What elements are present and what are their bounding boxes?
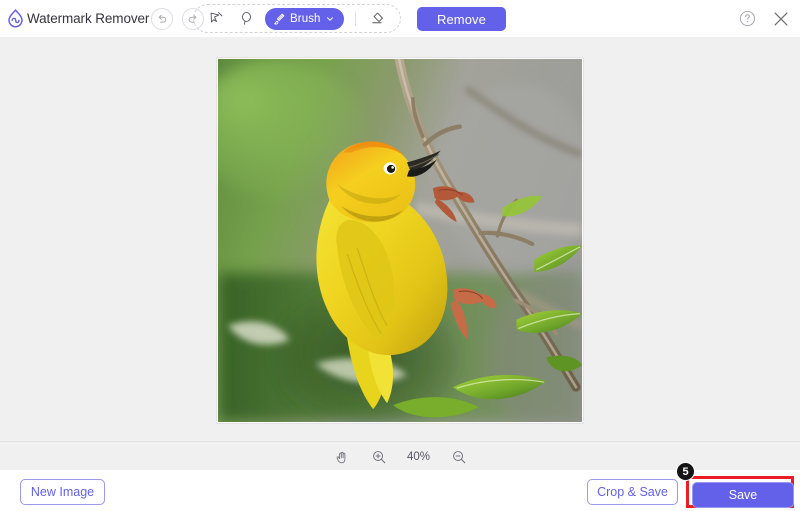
app-header: Watermark Remover: [0, 0, 800, 38]
header-right-controls: [736, 0, 792, 37]
watermark-remover-window: Watermark Remover: [0, 0, 800, 511]
question-circle-icon: [738, 9, 757, 28]
save-button[interactable]: Save: [692, 482, 794, 508]
brush-icon: [272, 12, 286, 26]
zoom-in-button[interactable]: [369, 447, 389, 467]
close-button[interactable]: [770, 8, 792, 30]
save-button-highlight: Save: [686, 476, 794, 508]
zoom-out-icon: [451, 449, 467, 465]
eraser-tool[interactable]: [364, 6, 392, 31]
polygon-select-tool[interactable]: [202, 6, 230, 31]
image-frame: [217, 58, 583, 423]
polygon-select-icon: [208, 10, 225, 27]
lasso-select-tool[interactable]: [232, 6, 260, 31]
hand-pan-icon: [334, 449, 350, 465]
brand: Watermark Remover: [0, 8, 145, 29]
eraser-icon: [369, 10, 386, 27]
hand-pan-button[interactable]: [332, 447, 352, 467]
undo-arrow-icon: [155, 12, 169, 26]
editor-canvas[interactable]: [0, 37, 800, 441]
remove-button[interactable]: Remove: [417, 7, 506, 31]
crop-and-save-button[interactable]: Crop & Save: [587, 479, 678, 505]
zoom-level-label: 40%: [406, 451, 432, 463]
zoom-out-button[interactable]: [449, 447, 469, 467]
help-button[interactable]: [736, 8, 758, 30]
undo-button[interactable]: [151, 8, 173, 30]
editing-image[interactable]: [218, 59, 582, 422]
close-x-icon: [771, 9, 791, 29]
new-image-button[interactable]: New Image: [20, 479, 105, 505]
toolbar-divider: [355, 12, 356, 26]
chevron-down-icon: [325, 14, 335, 24]
zoom-in-icon: [371, 449, 387, 465]
lasso-icon: [238, 10, 255, 27]
waterdrop-wave-logo-icon: [5, 8, 26, 29]
app-title: Watermark Remover: [27, 11, 149, 26]
step-badge: 5: [676, 462, 695, 481]
tool-cluster: Brush: [193, 4, 401, 33]
brush-tool-button[interactable]: Brush: [265, 8, 344, 30]
brush-tool-label: Brush: [290, 13, 321, 25]
